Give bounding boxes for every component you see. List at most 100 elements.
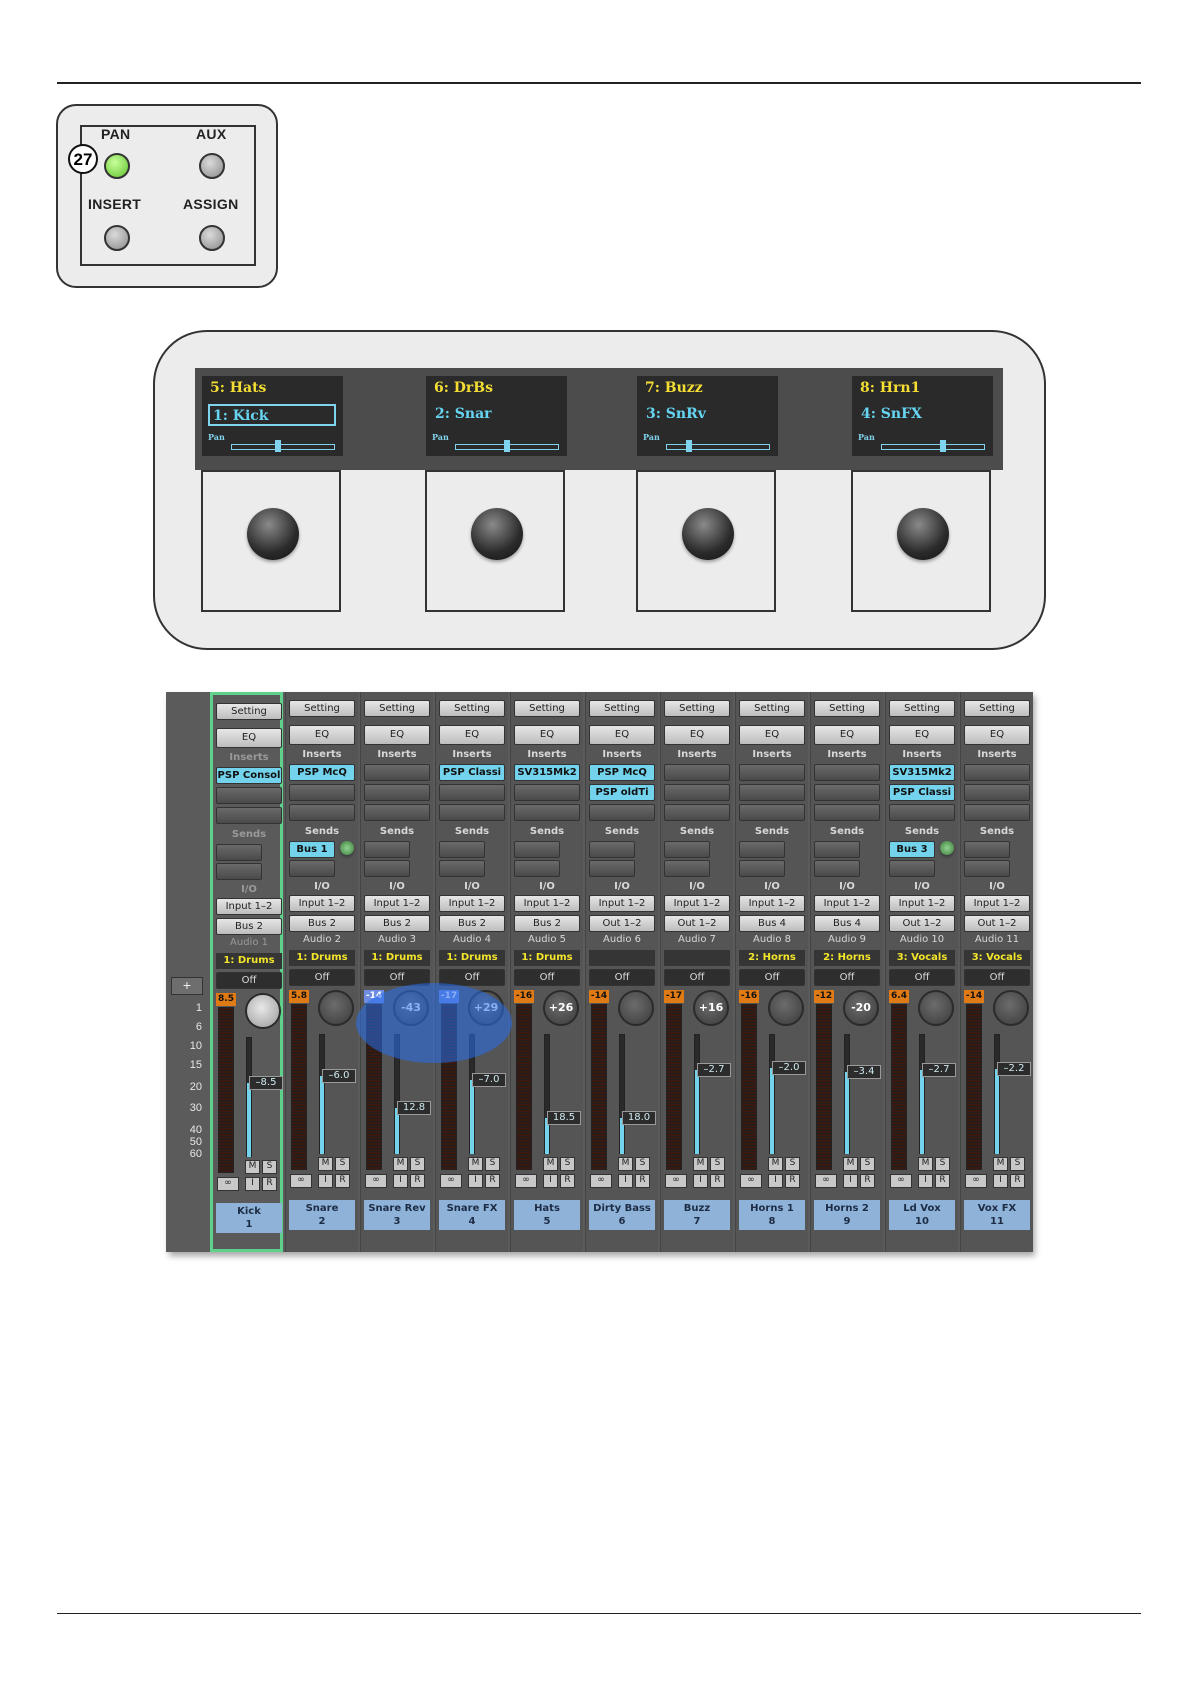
automation-button[interactable]: Off (514, 969, 580, 986)
send-level-knob[interactable] (340, 841, 354, 855)
mute-button[interactable]: M (993, 1157, 1008, 1171)
output-button[interactable]: Bus 2 (216, 918, 282, 935)
input-button[interactable]: Input 1–2 (739, 895, 805, 912)
track-name[interactable]: Snare FX 4 (439, 1200, 505, 1230)
track-name[interactable]: Hats 5 (514, 1200, 580, 1230)
output-button[interactable]: Bus 2 (439, 915, 505, 932)
track-name[interactable]: Horns 2 9 (814, 1200, 880, 1230)
eq-button[interactable]: EQ (439, 725, 505, 745)
assign-led-button[interactable] (199, 225, 225, 251)
insert-slot[interactable] (664, 804, 730, 821)
input-monitor-button[interactable]: I (543, 1174, 558, 1188)
insert-slot[interactable] (664, 764, 730, 781)
pan-knob[interactable] (618, 990, 654, 1026)
insert-slot[interactable] (664, 784, 730, 801)
send-slot[interactable] (216, 844, 262, 861)
fader-value[interactable]: –2.7 (697, 1063, 731, 1077)
eq-button[interactable]: EQ (364, 725, 430, 745)
track-name[interactable]: Buzz 7 (664, 1200, 730, 1230)
mute-button[interactable]: M (318, 1157, 333, 1171)
record-button[interactable]: R (860, 1174, 875, 1188)
input-monitor-button[interactable]: I (618, 1174, 633, 1188)
solo-button[interactable]: S (785, 1157, 800, 1171)
link-button[interactable]: ∞ (515, 1174, 537, 1188)
eq-button[interactable]: EQ (589, 725, 655, 745)
insert-slot[interactable] (739, 804, 805, 821)
input-monitor-button[interactable]: I (245, 1177, 260, 1191)
eq-button[interactable]: EQ (889, 725, 955, 745)
fader-value[interactable]: –8.5 (249, 1076, 283, 1090)
insert-led-button[interactable] (104, 225, 130, 251)
pan-knob[interactable] (768, 990, 804, 1026)
send-slot[interactable] (814, 841, 860, 858)
solo-button[interactable]: S (485, 1157, 500, 1171)
insert-slot[interactable] (216, 807, 282, 824)
send-slot[interactable] (964, 860, 1010, 877)
send-slot[interactable] (664, 860, 710, 877)
insert-slot[interactable] (964, 764, 1030, 781)
fader-value[interactable]: 12.8 (397, 1101, 431, 1115)
setting-button[interactable]: Setting (439, 700, 505, 717)
track-name[interactable]: Kick 1 (216, 1203, 282, 1233)
automation-button[interactable]: Off (814, 969, 880, 986)
input-button[interactable]: Input 1–2 (289, 895, 355, 912)
record-button[interactable]: R (410, 1174, 425, 1188)
send-slot[interactable] (589, 841, 635, 858)
insert-slot[interactable]: PSP oldTi (589, 784, 655, 801)
insert-slot[interactable] (814, 804, 880, 821)
input-button[interactable]: Input 1–2 (664, 895, 730, 912)
eq-button[interactable]: EQ (514, 725, 580, 745)
input-monitor-button[interactable]: I (843, 1174, 858, 1188)
link-button[interactable]: ∞ (590, 1174, 612, 1188)
output-button[interactable]: Bus 4 (814, 915, 880, 932)
eq-button[interactable]: EQ (289, 725, 355, 745)
record-button[interactable]: R (335, 1174, 350, 1188)
eq-button[interactable]: EQ (964, 725, 1030, 745)
output-button[interactable]: Bus 2 (289, 915, 355, 932)
insert-slot[interactable]: PSP Classi (889, 784, 955, 801)
solo-button[interactable]: S (262, 1160, 277, 1174)
input-button[interactable]: Input 1–2 (439, 895, 505, 912)
input-monitor-button[interactable]: I (918, 1174, 933, 1188)
setting-button[interactable]: Setting (364, 700, 430, 717)
input-button[interactable]: Input 1–2 (964, 895, 1030, 912)
automation-button[interactable]: Off (289, 969, 355, 986)
output-button[interactable]: Out 1–2 (664, 915, 730, 932)
setting-button[interactable]: Setting (289, 700, 355, 717)
group-label[interactable] (664, 950, 730, 966)
input-button[interactable]: Input 1–2 (216, 898, 282, 915)
automation-button[interactable]: Off (739, 969, 805, 986)
track-name[interactable]: Horns 1 8 (739, 1200, 805, 1230)
setting-button[interactable]: Setting (739, 700, 805, 717)
insert-slot[interactable] (364, 804, 430, 821)
link-button[interactable]: ∞ (815, 1174, 837, 1188)
send-slot[interactable]: Bus 3 (889, 841, 935, 858)
input-monitor-button[interactable]: I (318, 1174, 333, 1188)
insert-slot[interactable] (964, 784, 1030, 801)
insert-slot[interactable]: SV315Mk2 (889, 764, 955, 781)
record-button[interactable]: R (560, 1174, 575, 1188)
track-name[interactable]: Vox FX 11 (964, 1200, 1030, 1230)
insert-slot[interactable] (439, 804, 505, 821)
eq-button[interactable]: EQ (664, 725, 730, 745)
automation-button[interactable]: Off (964, 969, 1030, 986)
mute-button[interactable]: M (393, 1157, 408, 1171)
encoder-knob[interactable] (471, 508, 523, 560)
group-label[interactable] (589, 950, 655, 966)
pan-knob[interactable] (993, 990, 1029, 1026)
mute-button[interactable]: M (245, 1160, 260, 1174)
insert-slot[interactable] (216, 787, 282, 804)
setting-button[interactable]: Setting (814, 700, 880, 717)
input-button[interactable]: Input 1–2 (889, 895, 955, 912)
group-label[interactable]: 1: Drums (289, 950, 355, 966)
pan-knob[interactable]: +26 (543, 990, 579, 1026)
send-slot[interactable] (514, 841, 560, 858)
solo-button[interactable]: S (410, 1157, 425, 1171)
pan-knob[interactable] (918, 990, 954, 1026)
insert-slot[interactable] (964, 804, 1030, 821)
link-button[interactable]: ∞ (440, 1174, 462, 1188)
setting-button[interactable]: Setting (964, 700, 1030, 717)
group-label[interactable]: 1: Drums (364, 950, 430, 966)
track-name[interactable]: Ld Vox 10 (889, 1200, 955, 1230)
insert-slot[interactable] (589, 804, 655, 821)
